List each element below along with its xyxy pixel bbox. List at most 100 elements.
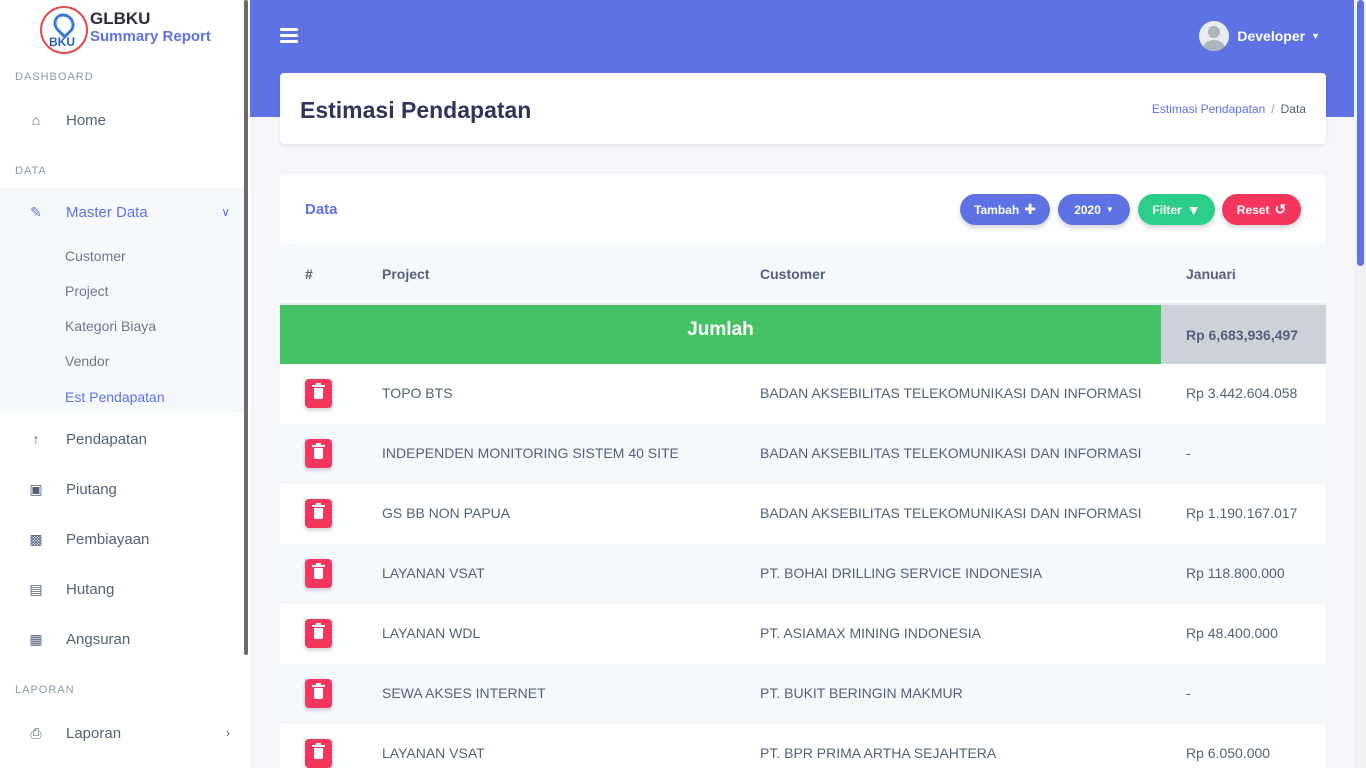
filter-button[interactable]: Filter ▼: [1138, 194, 1215, 225]
cell-customer: BADAN AKSEBILITAS TELEKOMUNIKASI DAN INF…: [760, 385, 1142, 401]
brand-logo-text: BKU: [49, 35, 75, 49]
delete-button[interactable]: [305, 499, 332, 528]
trash-icon: [314, 688, 323, 699]
tambah-label: Tambah: [974, 202, 1020, 217]
reset-button[interactable]: Reset ↺: [1222, 194, 1301, 225]
cell-project: LAYANAN VSAT: [382, 745, 485, 761]
nav-heading-data: DATA: [15, 165, 47, 177]
trash-icon: [314, 568, 323, 579]
submenu-item-project[interactable]: Project: [65, 283, 109, 299]
sidebar-item-label: Pendapatan: [66, 430, 147, 448]
total-label: Jumlah: [280, 305, 1161, 364]
sidebar-item-piutang[interactable]: ▣ Piutang: [0, 469, 244, 509]
delete-button[interactable]: [305, 439, 332, 468]
trash-icon: [314, 628, 323, 639]
caret-down-icon: ▼: [1105, 205, 1114, 214]
breadcrumb-link[interactable]: Estimasi Pendapatan: [1152, 102, 1265, 116]
user-menu[interactable]: Developer ▼: [1199, 21, 1320, 51]
print-icon: ⎙: [30, 724, 42, 741]
page-scrollbar[interactable]: [1354, 0, 1366, 768]
year-dropdown[interactable]: 2020 ▼: [1058, 194, 1130, 225]
cell-project: SEWA AKSES INTERNET: [382, 685, 546, 701]
chevron-right-icon: ›: [226, 726, 230, 740]
sidebar-item-laporan[interactable]: ⎙ Laporan ›: [0, 713, 244, 753]
delete-button[interactable]: [305, 379, 332, 408]
filter-label: Filter: [1152, 202, 1182, 217]
sidebar-item-label: Pembiayaan: [66, 530, 150, 548]
submenu-item-kategori-biaya[interactable]: Kategori Biaya: [65, 318, 156, 334]
hamburger-menu-icon[interactable]: [280, 28, 298, 46]
cell-januari: Rp 3.442.604.058: [1186, 385, 1298, 401]
caret-down-icon: ▼: [1311, 31, 1320, 41]
cell-januari: -: [1186, 685, 1191, 701]
sidebar-item-label: Laporan: [66, 724, 122, 742]
cell-project: TOPO BTS: [382, 385, 453, 401]
sidebar-item-pembiayaan[interactable]: ▩ Pembiayaan: [0, 519, 244, 559]
cell-customer: PT. BUKIT BERINGIN MAKMUR: [760, 685, 963, 701]
tambah-button[interactable]: Tambah ✚: [960, 194, 1050, 225]
cell-januari: Rp 6.050.000: [1186, 745, 1271, 761]
sidebar-item-pendapatan[interactable]: ↑ Pendapatan: [0, 419, 244, 459]
avatar: [1199, 21, 1230, 51]
id-card-icon: ▦: [29, 630, 43, 647]
breadcrumb: Estimasi Pendapatan / Data: [1151, 102, 1306, 116]
user-name: Developer: [1237, 28, 1306, 44]
sidebar-item-label: Master Data: [66, 203, 148, 221]
submenu-item-vendor[interactable]: Vendor: [65, 353, 109, 369]
brand[interactable]: BKU GLBKU Summary Report: [40, 6, 211, 54]
money-bills-icon: ▩: [29, 530, 43, 547]
money-bill-icon: ▣: [29, 480, 43, 497]
table-row: LAYANAN VSAT PT. BPR PRIMA ARTHA SEJAHTE…: [280, 724, 1326, 768]
brand-title: GLBKU: [90, 9, 151, 28]
cell-project: LAYANAN VSAT: [382, 565, 485, 581]
trash-icon: [314, 508, 323, 519]
delete-button[interactable]: [305, 679, 332, 708]
sidebar-item-master-data[interactable]: ✎ Master Data ∨: [0, 188, 244, 236]
table-row: LAYANAN WDL PT. ASIAMAX MINING INDONESIA…: [280, 604, 1326, 664]
table-row: TOPO BTS BADAN AKSEBILITAS TELEKOMUNIKAS…: [280, 364, 1326, 424]
cell-januari: Rp 1.190.167.017: [1186, 505, 1298, 521]
cell-customer: PT. ASIAMAX MINING INDONESIA: [760, 625, 981, 641]
table-row: INDEPENDEN MONITORING SISTEM 40 SITE BAD…: [280, 424, 1326, 484]
trash-icon: [314, 388, 323, 399]
delete-button[interactable]: [305, 559, 332, 588]
cell-project: GS BB NON PAPUA: [382, 505, 511, 521]
nav-heading-dashboard: DASHBOARD: [15, 71, 94, 83]
column-header-number: #: [305, 266, 313, 282]
cell-customer: BADAN AKSEBILITAS TELEKOMUNIKASI DAN INF…: [760, 505, 1142, 521]
sidebar-item-label: Piutang: [66, 480, 117, 498]
column-header-januari: Januari: [1186, 266, 1236, 282]
sidebar-item-label: Angsuran: [66, 630, 131, 648]
trash-icon: [314, 748, 323, 759]
nav-heading-laporan: LAPORAN: [15, 684, 75, 696]
cell-januari: -: [1186, 445, 1191, 461]
cell-januari: Rp 48.400.000: [1186, 625, 1278, 641]
arrow-up-icon: ↑: [32, 431, 40, 447]
sidebar-scrollbar[interactable]: [244, 0, 248, 655]
data-card: Data Tambah ✚ 2020 ▼ Filter ▼ Reset ↺ # Proj…: [280, 174, 1326, 768]
delete-button[interactable]: [305, 739, 332, 768]
trash-icon: [314, 448, 323, 459]
sidebar-item-home[interactable]: ⌂ Home: [0, 100, 244, 140]
sidebar-item-hutang[interactable]: ▤ Hutang: [0, 569, 244, 609]
table-header: # Project Customer Januari: [280, 243, 1326, 305]
brand-logo: BKU: [40, 6, 88, 54]
page-title: Estimasi Pendapatan: [300, 97, 532, 123]
submenu-item-customer[interactable]: Customer: [65, 248, 126, 264]
total-row: Jumlah Rp 6,683,936,497: [280, 305, 1326, 364]
table-row: SEWA AKSES INTERNET PT. BUKIT BERINGIN M…: [280, 664, 1326, 724]
reset-label: Reset: [1236, 202, 1270, 217]
sidebar-item-label: Hutang: [66, 580, 115, 598]
submenu-item-est-pendapatan[interactable]: Est Pendapatan: [65, 389, 165, 405]
column-header-project: Project: [382, 266, 430, 282]
column-header-customer: Customer: [760, 266, 826, 282]
cell-project: INDEPENDEN MONITORING SISTEM 40 SITE: [382, 445, 679, 461]
plus-icon: ✚: [1024, 201, 1036, 217]
page-header: Estimasi Pendapatan Estimasi Pendapatan /…: [280, 73, 1326, 144]
cell-customer: BADAN AKSEBILITAS TELEKOMUNIKASI DAN INF…: [760, 445, 1142, 461]
sidebar-item-angsuran[interactable]: ▦ Angsuran: [0, 619, 244, 659]
card-title: Data: [305, 201, 338, 218]
table-row: LAYANAN VSAT PT. BOHAI DRILLING SERVICE …: [280, 544, 1326, 604]
chevron-down-icon: ∨: [221, 205, 230, 219]
delete-button[interactable]: [305, 619, 332, 648]
